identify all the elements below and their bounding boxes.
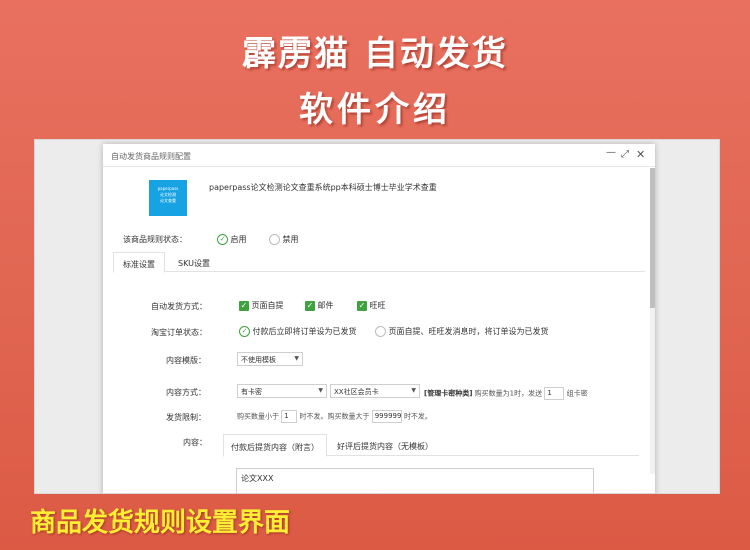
content-method-text: [管理卡密种类] 购买数量为1时，发送 1 组卡密 xyxy=(424,387,588,400)
content-method-select[interactable]: 有卡密 ▼ xyxy=(237,384,327,398)
radio-checked-icon: ✓ xyxy=(217,234,228,245)
scrollbar-thumb[interactable] xyxy=(650,168,655,308)
auto-ship-wangwang-label: 旺旺 xyxy=(369,301,386,310)
rule-config-dialog: 自动发货商品规则配置 — ⤢ ✕ paperpass 论文检测 论文查重 pap… xyxy=(103,144,655,493)
auto-ship-email-label: 邮件 xyxy=(317,301,334,310)
minimize-icon[interactable]: — xyxy=(606,147,616,158)
content-template-label: 内容模版： xyxy=(166,356,206,365)
dialog-header: 自动发货商品规则配置 — ⤢ ✕ xyxy=(103,144,655,167)
rule-status-enable-label: 启用 xyxy=(230,235,247,244)
auto-ship-email[interactable]: ✓ 邮件 xyxy=(305,300,334,311)
ship-limit-min-input[interactable]: 1 xyxy=(281,410,298,423)
settings-tabs: 标准设置 SKU设置 xyxy=(113,252,645,273)
close-icon[interactable]: ✕ xyxy=(636,148,645,161)
ship-limit-text-end: 时不发。 xyxy=(403,412,432,421)
checkbox-checked-icon: ✓ xyxy=(305,300,315,311)
chevron-down-icon: ▼ xyxy=(294,355,299,362)
ship-limit-row: 购买数量小于 1 时不发。购买数量大于 999999 时不发。 xyxy=(237,410,432,423)
product-image-line: 论文查重 xyxy=(160,198,176,203)
ship-limit-text-min: 购买数量小于 xyxy=(237,412,279,421)
content-template-select[interactable]: 不使用模板 ▼ xyxy=(237,352,303,366)
content-label: 内容： xyxy=(183,438,207,447)
auto-ship-page[interactable]: ✓ 页面自提 xyxy=(239,300,284,311)
bottom-caption: 商品发货规则设置界面 xyxy=(30,508,291,538)
chevron-down-icon: ▼ xyxy=(411,387,416,394)
product-name: paperpass论文检测论文查重系统pp本科硕士博士毕业学术查重 xyxy=(209,183,437,192)
maximize-icon[interactable]: ⤢ xyxy=(621,149,629,160)
radio-checked-icon: ✓ xyxy=(239,326,250,337)
send-count-text: 购买数量为1时，发送 xyxy=(474,389,543,398)
content-textarea[interactable]: 论文XXX xyxy=(236,468,594,493)
content-template-value: 不使用模板 xyxy=(241,356,276,364)
order-status-label: 淘宝订单状态： xyxy=(151,328,207,337)
rule-status-enable[interactable]: ✓ 启用 xyxy=(217,234,247,245)
screenshot-frame: 自动发货商品规则配置 — ⤢ ✕ paperpass 论文检测 论文查重 pap… xyxy=(34,139,720,494)
checkbox-checked-icon: ✓ xyxy=(239,300,249,311)
radio-unchecked-icon xyxy=(269,234,280,245)
ship-limit-text-max: 时不发。购买数量大于 xyxy=(299,412,370,421)
checkbox-checked-icon: ✓ xyxy=(357,300,367,311)
content-method-value: 有卡密 xyxy=(241,388,262,396)
ship-limit-label: 发货限制： xyxy=(166,413,206,422)
order-status-on-message[interactable]: 页面自提、旺旺发消息时，将订单设为已发货 xyxy=(375,326,549,337)
order-status-immediate-label: 付款后立即将订单设为已发货 xyxy=(252,327,357,336)
banner-title: 霹雳猫 自动发货 xyxy=(242,34,508,74)
card-type-value: XX社区会员卡 xyxy=(334,388,379,396)
auto-ship-wangwang[interactable]: ✓ 旺旺 xyxy=(357,300,386,311)
tab-paid-content[interactable]: 付款后提货内容（附言） xyxy=(223,434,327,457)
radio-unchecked-icon xyxy=(375,326,386,337)
content-method-label: 内容方式： xyxy=(166,388,206,397)
send-count-unit: 组卡密 xyxy=(566,389,588,398)
tab-review-content[interactable]: 好评后提货内容（无模板） xyxy=(331,434,439,456)
tab-sku-settings[interactable]: SKU设置 xyxy=(169,252,219,272)
order-status-immediate[interactable]: ✓ 付款后立即将订单设为已发货 xyxy=(239,326,357,337)
tab-standard-settings[interactable]: 标准设置 xyxy=(113,252,165,273)
auto-ship-page-label: 页面自提 xyxy=(251,301,284,310)
dialog-title: 自动发货商品规则配置 xyxy=(111,152,191,161)
product-image: paperpass 论文检测 论文查重 xyxy=(149,180,187,216)
rule-status-disable[interactable]: 禁用 xyxy=(269,234,299,245)
manage-card-types-link[interactable]: [管理卡密种类] xyxy=(424,390,472,398)
rule-status-disable-label: 禁用 xyxy=(282,235,299,244)
order-status-on-message-label: 页面自提、旺旺发消息时，将订单设为已发货 xyxy=(388,327,549,336)
scrollbar[interactable] xyxy=(650,168,655,474)
banner-subtitle: 软件介绍 xyxy=(299,90,451,130)
auto-ship-label: 自动发货方式： xyxy=(151,302,207,311)
card-type-select[interactable]: XX社区会员卡 ▼ xyxy=(330,384,420,398)
content-tabs: 付款后提货内容（附言） 好评后提货内容（无模板） xyxy=(223,434,639,457)
send-count-input[interactable]: 1 xyxy=(544,387,565,400)
rule-status-label: 该商品规则状态： xyxy=(123,235,187,244)
ship-limit-max-input[interactable]: 999999 xyxy=(371,410,402,423)
chevron-down-icon: ▼ xyxy=(318,387,323,394)
